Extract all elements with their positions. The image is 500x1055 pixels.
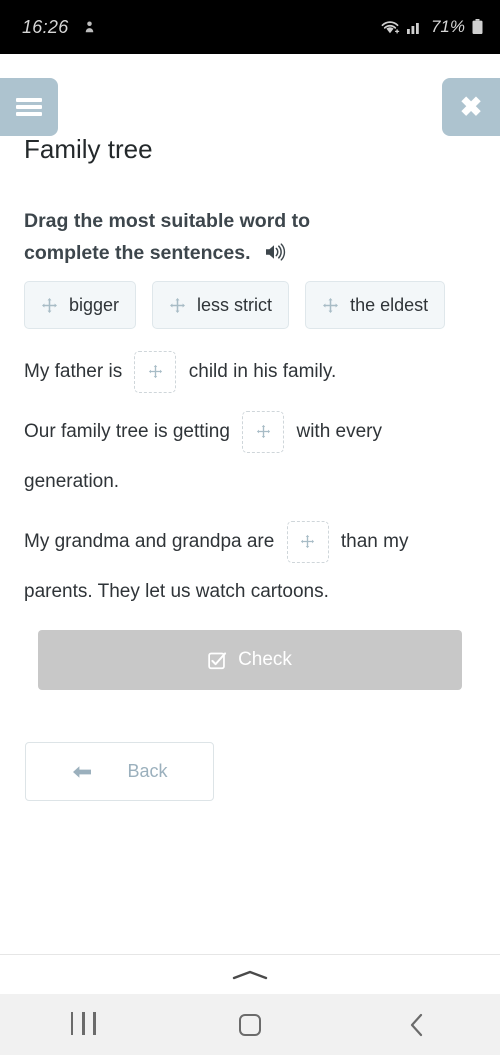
speaker-audio-icon[interactable] bbox=[264, 242, 286, 262]
check-button-label: Check bbox=[238, 649, 292, 670]
word-bank: bigger less strict the eldest bbox=[24, 281, 479, 329]
close-button[interactable]: ✖ bbox=[442, 78, 500, 136]
sentence-text-after: child in his family. bbox=[188, 361, 337, 382]
instruction-text: Drag the most suitable word to complete … bbox=[24, 206, 424, 269]
app-root: 16:26 71% ✖ Family tree Drag the most su… bbox=[0, 0, 500, 1055]
word-dropzone[interactable] bbox=[134, 350, 177, 393]
draggable-word-chip[interactable]: the eldest bbox=[305, 281, 446, 329]
sentence-text-before: My grandma and grandpa are bbox=[24, 531, 275, 552]
hamburger-menu-icon bbox=[16, 95, 42, 119]
instruction-line-1: Drag the most suitable word to bbox=[24, 210, 311, 232]
battery-icon bbox=[471, 18, 484, 36]
word-dropzone[interactable] bbox=[286, 520, 329, 563]
move-arrows-icon bbox=[41, 297, 58, 314]
sentence-row: My grandma and grandpa are than my paren… bbox=[24, 517, 480, 617]
check-button[interactable]: Check bbox=[38, 630, 462, 690]
recents-button[interactable] bbox=[0, 994, 167, 1055]
wifi-icon bbox=[380, 19, 400, 35]
chip-label: bigger bbox=[69, 294, 120, 315]
word-dropzone[interactable] bbox=[242, 410, 285, 453]
back-button-label: Back bbox=[127, 761, 168, 781]
home-button[interactable] bbox=[167, 994, 334, 1055]
status-bar: 16:26 71% bbox=[0, 0, 500, 54]
draggable-word-chip[interactable]: less strict bbox=[152, 281, 290, 329]
hamburger-menu-button[interactable] bbox=[0, 78, 58, 136]
back-button[interactable]: Back bbox=[25, 742, 214, 801]
status-bar-right: 71% bbox=[380, 17, 484, 37]
sentence-list: My father is child in his family. Our fa… bbox=[24, 347, 480, 627]
sentence-text-before: Our family tree is getting bbox=[24, 421, 230, 442]
chip-label: the eldest bbox=[350, 294, 429, 315]
sentence-text-before: My father is bbox=[24, 361, 123, 382]
status-bar-left: 16:26 bbox=[22, 17, 97, 38]
battery-percent-label: 71% bbox=[430, 17, 465, 36]
cellular-signal-icon bbox=[406, 19, 423, 35]
chevron-up-icon bbox=[228, 967, 272, 983]
home-icon bbox=[239, 1013, 261, 1036]
draggable-word-chip[interactable]: bigger bbox=[24, 281, 137, 329]
status-time: 16:26 bbox=[22, 16, 69, 37]
nav-back-chevron-icon bbox=[407, 1012, 427, 1038]
system-navigation-bar bbox=[0, 994, 500, 1055]
page-title: Family tree bbox=[24, 134, 153, 164]
checkbox-checked-icon bbox=[208, 651, 227, 670]
pull-up-handle[interactable] bbox=[0, 955, 500, 995]
app-notification-icon bbox=[82, 20, 97, 35]
sentence-row: My father is child in his family. bbox=[24, 347, 480, 397]
close-icon: ✖ bbox=[459, 91, 483, 122]
chip-label: less strict bbox=[197, 294, 273, 315]
arrow-left-icon bbox=[71, 763, 93, 781]
recents-icon bbox=[68, 1011, 98, 1038]
instruction-line-2: complete the sentences. bbox=[24, 241, 251, 264]
system-back-button[interactable] bbox=[333, 994, 500, 1055]
app-header: ✖ bbox=[0, 54, 500, 136]
move-arrows-icon bbox=[169, 297, 186, 314]
sentence-row: Our family tree is getting with every ge… bbox=[24, 407, 480, 507]
move-arrows-icon bbox=[322, 297, 339, 314]
